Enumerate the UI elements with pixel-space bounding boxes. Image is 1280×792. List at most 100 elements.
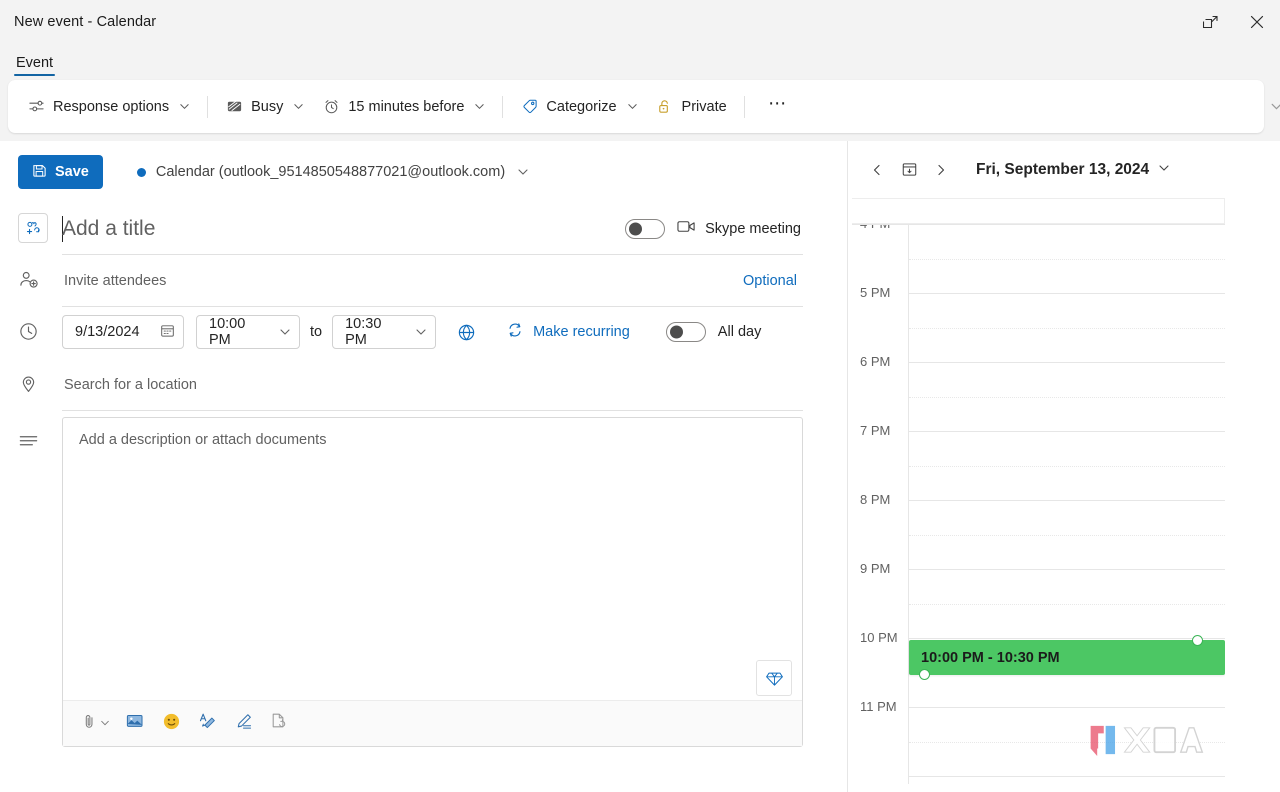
tab-event[interactable]: Event bbox=[14, 55, 56, 78]
command-separator bbox=[502, 95, 504, 118]
description-editor[interactable]: Add a description or attach documents bbox=[62, 417, 803, 747]
previous-day-button[interactable] bbox=[862, 155, 892, 185]
skype-meeting-label-group: Skype meeting bbox=[677, 219, 801, 238]
hour-slot[interactable] bbox=[909, 363, 1225, 432]
lock-icon bbox=[656, 98, 674, 116]
reminder-button[interactable]: 15 minutes before bbox=[313, 90, 494, 124]
hour-label-cell: 4 PM bbox=[852, 225, 908, 294]
hour-label-cell: 10 PM bbox=[852, 630, 908, 708]
hour-slot[interactable] bbox=[909, 432, 1225, 501]
attendees-field: Optional bbox=[62, 255, 803, 307]
make-recurring-button[interactable]: Make recurring bbox=[500, 317, 636, 347]
hour-label: 6 PM bbox=[860, 354, 895, 369]
video-camera-icon bbox=[677, 219, 696, 238]
datetime-field: 9/13/2024 10:00 PM to 10:30 PM Make recu… bbox=[62, 307, 803, 359]
window-title: New event - Calendar bbox=[14, 14, 157, 30]
response-options-button[interactable]: Response options bbox=[18, 90, 199, 124]
optional-attendees-link[interactable]: Optional bbox=[737, 269, 803, 293]
hour-label-cell: 7 PM bbox=[852, 423, 908, 501]
start-date-value: 9/13/2024 bbox=[75, 324, 140, 340]
command-separator bbox=[207, 95, 209, 118]
location-input[interactable] bbox=[62, 375, 803, 394]
datetime-row: 9/13/2024 10:00 PM to 10:30 PM Make recu… bbox=[0, 307, 847, 359]
ribbon-tab-strip: Event bbox=[0, 44, 1280, 78]
chevron-down-icon bbox=[415, 326, 427, 338]
event-suggestions-icon[interactable] bbox=[18, 213, 48, 243]
response-options-icon bbox=[27, 98, 45, 116]
hour-slot-column[interactable] bbox=[908, 225, 1225, 784]
left-window-edge bbox=[0, 141, 8, 792]
text-format-icon bbox=[198, 712, 217, 736]
next-day-button[interactable] bbox=[926, 155, 956, 185]
event-resize-handle-top[interactable] bbox=[1192, 635, 1203, 646]
half-hour-divider bbox=[909, 466, 1225, 467]
insert-picture-button[interactable] bbox=[120, 709, 150, 739]
location-pin-icon bbox=[18, 373, 39, 399]
attach-file-button[interactable] bbox=[77, 709, 114, 739]
hour-slot[interactable] bbox=[909, 501, 1225, 570]
calendar-color-dot bbox=[136, 167, 146, 177]
more-commands-button[interactable]: ⋯ bbox=[763, 92, 793, 122]
start-time-dropdown[interactable]: 10:00 PM bbox=[196, 315, 300, 349]
hour-slot[interactable] bbox=[909, 570, 1225, 639]
loop-component-icon bbox=[270, 712, 288, 735]
skype-meeting-control: Skype meeting bbox=[625, 218, 803, 239]
title-row: Skype meeting bbox=[0, 203, 847, 255]
event-resize-handle-bottom[interactable] bbox=[919, 669, 930, 680]
day-grid[interactable]: 4 PM 5 PM 6 PM 7 PM 8 PM 9 PM 10 PM 11 PM 10:00… bbox=[852, 224, 1225, 784]
start-date-input[interactable]: 9/13/2024 bbox=[62, 315, 184, 349]
categorize-label: Categorize bbox=[546, 98, 617, 115]
popout-window-icon[interactable] bbox=[1188, 2, 1234, 42]
ribbon-expand-chevron-down-icon[interactable] bbox=[1266, 97, 1280, 117]
busy-status-button[interactable]: Busy bbox=[216, 90, 313, 124]
text-format-button[interactable] bbox=[192, 709, 222, 739]
description-placeholder[interactable]: Add a description or attach documents bbox=[63, 418, 802, 700]
location-row bbox=[0, 359, 847, 411]
calendar-event-time-label: 10:00 PM - 10:30 PM bbox=[921, 649, 1060, 666]
start-time-value: 10:00 PM bbox=[209, 316, 246, 348]
description-row: Add a description or attach documents bbox=[0, 411, 847, 747]
loop-component-button[interactable] bbox=[264, 709, 294, 739]
calendar-name-label: Calendar (outlook_9514850548877021@outlo… bbox=[155, 164, 506, 180]
end-time-dropdown[interactable]: 10:30 PM bbox=[332, 315, 437, 349]
chevron-down-icon bbox=[517, 166, 529, 178]
location-field bbox=[62, 359, 803, 411]
toggle-knob bbox=[669, 325, 683, 339]
toggle-knob bbox=[629, 222, 643, 235]
close-window-icon[interactable] bbox=[1234, 2, 1280, 42]
hour-slot[interactable] bbox=[909, 708, 1225, 777]
calendar-picker[interactable]: Calendar (outlook_9514850548877021@outlo… bbox=[129, 156, 537, 188]
event-body: Save Calendar (outlook_9514850548877021@… bbox=[0, 141, 1280, 792]
hour-label: 10 PM bbox=[860, 630, 902, 645]
emoji-button[interactable] bbox=[156, 709, 186, 739]
emoji-icon bbox=[162, 712, 181, 736]
private-button[interactable]: Private bbox=[647, 90, 736, 124]
calendar-event-block[interactable]: 10:00 PM - 10:30 PM bbox=[909, 635, 1225, 680]
hour-label: 7 PM bbox=[860, 423, 895, 438]
calendar-picker-icon[interactable] bbox=[160, 323, 175, 342]
chevron-down-icon bbox=[474, 101, 485, 112]
command-separator bbox=[743, 95, 745, 118]
categorize-button[interactable]: Categorize bbox=[511, 90, 646, 124]
hour-slot[interactable] bbox=[909, 294, 1225, 363]
skype-meeting-label: Skype meeting bbox=[705, 220, 801, 237]
chevron-down-icon bbox=[1158, 161, 1170, 179]
hour-slot[interactable] bbox=[909, 225, 1225, 294]
busy-status-label: Busy bbox=[251, 98, 284, 115]
all-day-events-strip[interactable] bbox=[852, 198, 1225, 224]
diamond-icon[interactable] bbox=[756, 660, 792, 696]
description-lines-icon bbox=[18, 433, 39, 456]
signature-button[interactable] bbox=[228, 709, 258, 739]
title-input[interactable] bbox=[62, 212, 610, 245]
save-button[interactable]: Save bbox=[18, 155, 103, 189]
preview-date-picker[interactable]: Fri, September 13, 2024 bbox=[970, 157, 1176, 183]
attendees-input[interactable] bbox=[62, 271, 737, 290]
hour-label: 5 PM bbox=[860, 285, 895, 300]
timezone-globe-icon[interactable] bbox=[450, 316, 482, 348]
all-day-toggle[interactable] bbox=[665, 322, 706, 342]
hour-label: 8 PM bbox=[860, 492, 895, 507]
save-button-label: Save bbox=[55, 164, 89, 180]
today-button[interactable] bbox=[894, 155, 924, 185]
skype-meeting-toggle[interactable] bbox=[625, 218, 666, 239]
window-titlebar: New event - Calendar bbox=[0, 0, 1280, 44]
